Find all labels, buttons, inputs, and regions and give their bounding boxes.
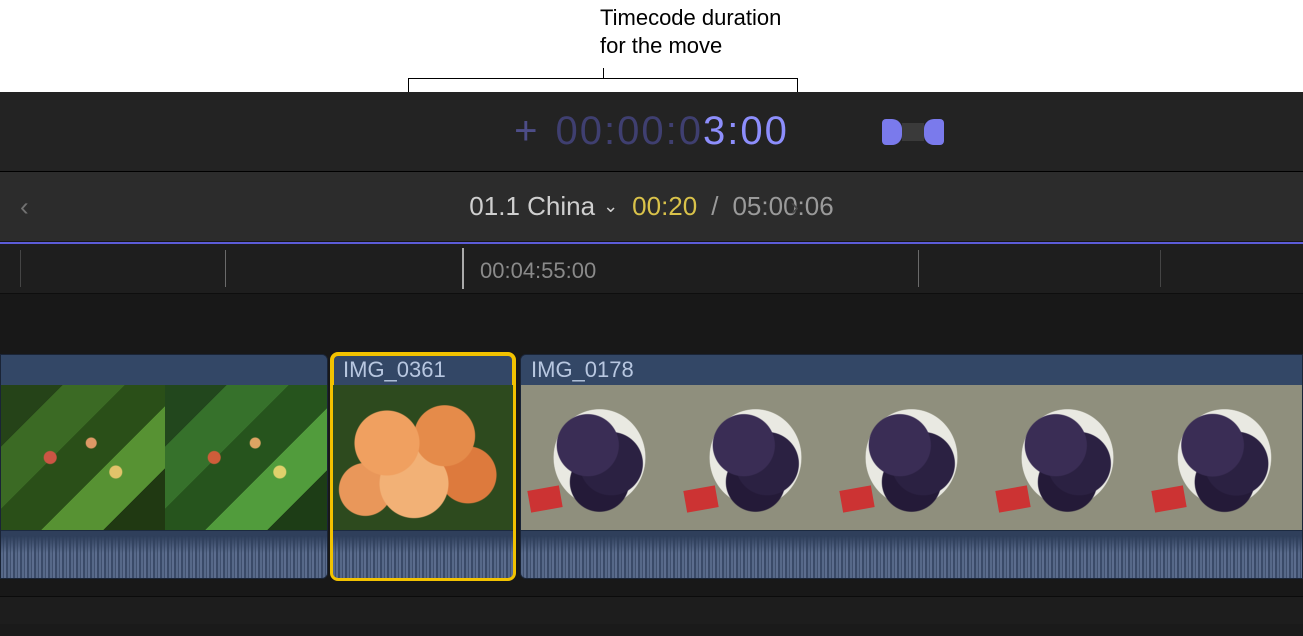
- timecode-sign: +: [514, 109, 537, 154]
- annotation-callout: Timecode duration for the move: [0, 0, 1303, 92]
- timeline-clip[interactable]: [0, 354, 328, 579]
- chevron-left-icon: ‹: [20, 191, 29, 221]
- playhead[interactable]: [462, 248, 464, 289]
- callout-text: Timecode duration for the move: [600, 4, 781, 59]
- clip-label: [1, 355, 327, 385]
- clip-label: IMG_0178: [521, 355, 1302, 385]
- timeline-tracks[interactable]: IMG_0361 IMG_0178: [0, 294, 1303, 624]
- chevron-right-icon: ›: [790, 191, 799, 221]
- timeline-clip[interactable]: IMG_0178: [520, 354, 1303, 579]
- timeline-ruler[interactable]: 00:04:55:00: [0, 242, 1303, 294]
- duration-separator: /: [711, 191, 718, 222]
- chevron-down-icon: ⌄: [603, 196, 618, 217]
- clip-thumbnails: [1, 385, 327, 530]
- history-back-button[interactable]: ‹: [14, 185, 35, 228]
- clip-audio-waveform: [333, 530, 513, 579]
- timecode-bright: 3:00: [703, 109, 789, 153]
- timeline-footer: [0, 596, 1303, 624]
- callout-bracket: [408, 68, 798, 92]
- clip-thumbnails: [333, 385, 513, 530]
- timecode-input[interactable]: + 00:00:03:00: [514, 109, 789, 154]
- clip-thumbnails: [521, 385, 1302, 530]
- current-duration: 00:20: [632, 191, 697, 222]
- timeline-clip-selected[interactable]: IMG_0361: [332, 354, 514, 579]
- clip-audio-waveform: [1, 530, 327, 579]
- project-bar: ‹ 01.1 China ⌄ 00:20 / 05:00:06 ›: [0, 172, 1303, 242]
- project-name-dropdown[interactable]: 01.1 China ⌄: [469, 191, 618, 222]
- app-window: + 00:00:03:00 ‹ 01.1 China ⌄ 00:20 / 05:…: [0, 92, 1303, 636]
- timecode-bar: + 00:00:03:00: [0, 92, 1303, 172]
- callout-line2: for the move: [600, 33, 722, 58]
- timecode-value: 00:00:03:00: [556, 109, 789, 154]
- trim-indicator-icon: [873, 118, 953, 146]
- playhead-timecode: 00:04:55:00: [480, 258, 596, 284]
- total-duration: 05:00:06: [732, 191, 833, 222]
- callout-line1: Timecode duration: [600, 5, 781, 30]
- project-title: 01.1 China ⌄ 00:20 / 05:00:06: [469, 191, 833, 222]
- clip-label: IMG_0361: [333, 355, 513, 385]
- history-forward-button[interactable]: ›: [784, 185, 805, 228]
- timecode-dim: 00:00:0: [556, 109, 703, 153]
- clip-audio-waveform: [521, 530, 1302, 579]
- project-name-label: 01.1 China: [469, 191, 595, 222]
